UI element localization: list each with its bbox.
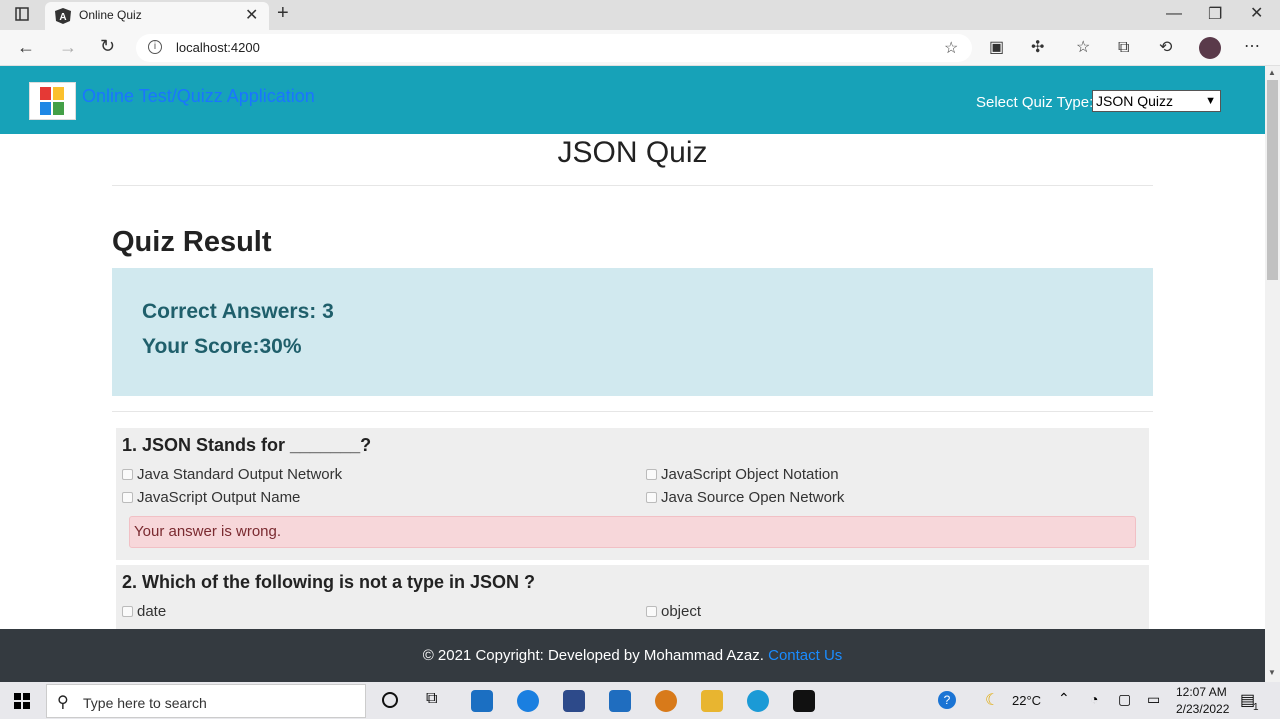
chevron-down-icon: ▼ <box>1205 95 1216 107</box>
option-item[interactable]: Java Source Open Network <box>646 489 844 506</box>
info-icon[interactable]: i <box>148 40 162 54</box>
collections-icon[interactable]: ▣ <box>989 40 1004 56</box>
option-item[interactable]: JavaScript Object Notation <box>646 466 839 483</box>
close-window-icon[interactable]: ✕ <box>1250 6 1263 22</box>
question-text: 1. JSON Stands for _______? <box>122 435 372 455</box>
file-explorer-icon[interactable] <box>701 690 723 712</box>
extensions-icon[interactable]: ✣ <box>1031 40 1044 56</box>
option-checkbox[interactable] <box>646 492 657 503</box>
chevron-up-icon[interactable]: ⌃ <box>1058 690 1070 707</box>
back-icon[interactable]: ← <box>17 38 35 56</box>
clock-time[interactable]: 12:07 AM <box>1176 685 1227 699</box>
option-checkbox[interactable] <box>646 469 657 480</box>
history-icon[interactable]: ⟲ <box>1159 40 1172 56</box>
help-icon[interactable]: ? <box>938 691 956 709</box>
browser-tab-bar: A Online Quiz ✕ + — ❐ ✕ <box>0 0 1280 30</box>
address-bar[interactable]: i localhost:4200 ☆ <box>136 34 972 62</box>
option-item[interactable]: JavaScript Output Name <box>122 489 300 506</box>
new-tab-icon[interactable]: + <box>277 3 289 23</box>
notification-count: 1 <box>1253 702 1259 713</box>
browser-toolbar: ← → ↻ i localhost:4200 ☆ ▣ ✣ ☆ ⧉ ⟲ ⋯ <box>0 30 1280 66</box>
url-text[interactable]: localhost:4200 <box>176 40 260 55</box>
close-tab-icon[interactable]: ✕ <box>245 5 258 25</box>
web-page: Online Test/Quizz Application Select Qui… <box>0 66 1265 629</box>
option-label: date <box>137 603 167 620</box>
option-label: JavaScript Object Notation <box>661 466 839 483</box>
option-label: Java Standard Output Network <box>137 466 343 483</box>
option-checkbox[interactable] <box>122 492 133 503</box>
divider <box>112 411 1153 412</box>
result-box: Correct Answers: 3 Your Score:30% <box>112 268 1153 396</box>
browser-tab[interactable]: A Online Quiz ✕ <box>45 2 269 30</box>
page-title: JSON Quiz <box>557 136 708 169</box>
forward-icon[interactable]: → <box>59 38 77 56</box>
windows-start-icon[interactable] <box>14 693 30 714</box>
option-label: JavaScript Output Name <box>137 489 301 506</box>
teamviewer-icon[interactable] <box>517 690 539 712</box>
option-checkbox[interactable] <box>122 469 133 480</box>
tab-actions-icon[interactable] <box>14 7 30 25</box>
task-view-icon[interactable]: ⧉ <box>426 690 437 708</box>
temperature[interactable]: 22°C <box>1012 693 1041 708</box>
profile-avatar[interactable] <box>1199 37 1221 59</box>
option-label: object <box>661 603 702 620</box>
footer-copyright: © 2021 Copyright: Developed by Mohammad … <box>422 647 764 664</box>
network-icon[interactable]: ◔ <box>1090 691 1098 707</box>
navbar: Online Test/Quizz Application Select Qui… <box>0 66 1265 134</box>
windows-taskbar: ⚲ Type here to search ⧉ ? ☾ 22°C ⌃ ◔ ▢ ▭… <box>0 682 1280 719</box>
option-checkbox[interactable] <box>122 606 133 617</box>
app-logo[interactable] <box>29 82 76 120</box>
option-item[interactable]: date <box>122 603 166 620</box>
question-text: 2. Which of the following is not a type … <box>122 572 536 592</box>
taskbar-search-input[interactable]: ⚲ Type here to search <box>46 684 366 718</box>
svg-text:A: A <box>59 12 66 23</box>
favorites-icon[interactable]: ☆ <box>1076 40 1090 56</box>
option-label: Java Source Open Network <box>661 489 845 506</box>
quiz-type-select[interactable]: JSON Quizz ▼ <box>1092 90 1221 112</box>
score: Your Score:30% <box>142 335 302 358</box>
correct-answers: Correct Answers: 3 <box>142 300 334 323</box>
option-item[interactable]: object <box>646 603 701 620</box>
page-scrollbar[interactable]: ▲ ▼ <box>1265 66 1280 682</box>
search-placeholder: Type here to search <box>83 695 207 711</box>
collections-tab-icon[interactable]: ⧉ <box>1118 40 1129 56</box>
angular-favicon-icon: A <box>55 8 71 29</box>
footer: © 2021 Copyright: Developed by Mohammad … <box>0 629 1265 682</box>
wrong-answer-alert: Your answer is wrong. <box>129 516 1136 548</box>
question-card: 2. Which of the following is not a type … <box>116 565 1149 629</box>
add-favorite-icon[interactable]: ☆ <box>944 38 958 58</box>
divider <box>112 185 1153 186</box>
clock-date[interactable]: 2/23/2022 <box>1176 702 1229 716</box>
meet-now-icon[interactable]: ▢ <box>1118 691 1131 708</box>
store-icon[interactable] <box>471 690 493 712</box>
option-item[interactable]: Java Standard Output Network <box>122 466 342 483</box>
browser-app-icon[interactable] <box>655 690 677 712</box>
refresh-icon[interactable]: ↻ <box>100 37 115 55</box>
question-card: 1. JSON Stands for _______? Java Standar… <box>116 428 1149 560</box>
scroll-up-icon[interactable]: ▲ <box>1268 68 1276 77</box>
option-checkbox[interactable] <box>646 606 657 617</box>
quiz-type-selected-value: JSON Quizz <box>1096 93 1174 109</box>
result-heading: Quiz Result <box>112 226 272 258</box>
scroll-thumb[interactable] <box>1267 80 1278 280</box>
battery-icon[interactable]: ▭ <box>1147 691 1160 708</box>
scroll-down-icon[interactable]: ▼ <box>1268 668 1276 677</box>
quiz-type-label: Select Quiz Type: <box>976 94 1094 111</box>
contact-us-link[interactable]: Contact Us <box>768 647 842 664</box>
more-icon[interactable]: ⋯ <box>1244 39 1260 55</box>
terminal-icon[interactable] <box>793 690 815 712</box>
restore-icon[interactable]: ❐ <box>1208 7 1222 23</box>
cortana-icon[interactable] <box>382 692 398 708</box>
dev-app-icon[interactable] <box>563 690 585 712</box>
brand-link[interactable]: Online Test/Quizz Application <box>82 86 315 107</box>
minimize-icon[interactable]: — <box>1166 6 1182 22</box>
mail-icon[interactable] <box>609 690 631 712</box>
search-icon: ⚲ <box>57 694 69 711</box>
weather-moon-icon[interactable]: ☾ <box>985 690 999 710</box>
edge-icon[interactable] <box>747 690 769 712</box>
tab-title: Online Quiz <box>79 8 142 22</box>
